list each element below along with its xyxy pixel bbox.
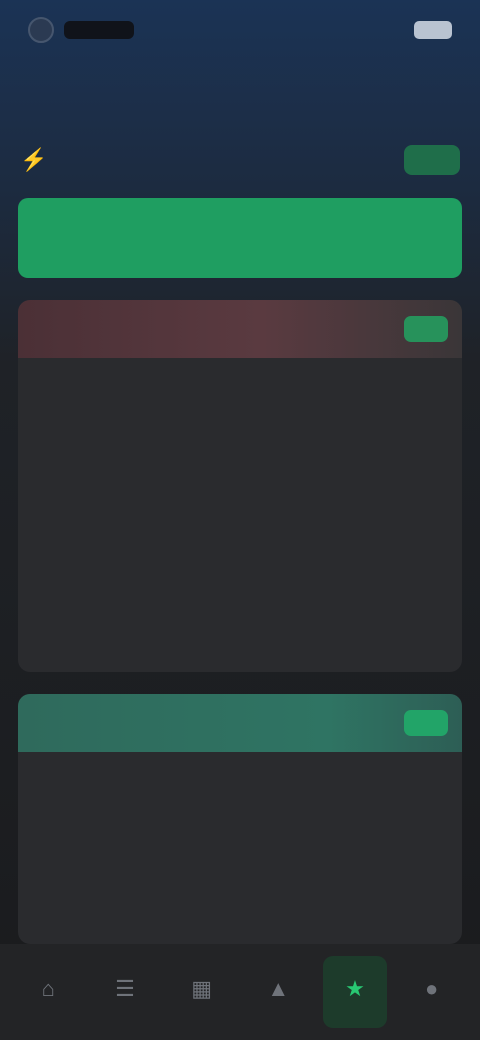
chart-icon: ▲ (267, 976, 290, 1001)
promo-badge[interactable] (404, 145, 460, 175)
promo-row[interactable]: ⚡ (20, 138, 460, 182)
list-item (18, 410, 462, 436)
list-icon: ☰ (115, 976, 135, 1001)
nav-item-star[interactable]: ★ (322, 956, 387, 1028)
bottom-nav: ⌂ ☰ ▦ ▲ ★ ● (0, 944, 480, 1040)
nav-item-list[interactable]: ☰ (93, 956, 157, 1028)
home-icon: ⌂ (41, 976, 55, 1001)
list-item (18, 778, 462, 804)
star-icon: ★ (345, 976, 365, 1001)
nav-item-grid[interactable]: ▦ (170, 956, 234, 1028)
lightning-icon: ⚡ (20, 147, 48, 172)
grid-icon: ▦ (191, 976, 213, 1001)
card-badge[interactable] (404, 710, 448, 736)
card-badge[interactable] (404, 316, 448, 342)
card-header[interactable] (18, 300, 462, 358)
status-indicators (404, 21, 452, 39)
brand-name (64, 21, 134, 39)
list-item (18, 358, 462, 384)
list-item (18, 752, 462, 778)
status-bar (0, 0, 480, 60)
nav-item-profile[interactable]: ● (400, 956, 464, 1028)
card-header[interactable] (18, 694, 462, 752)
info-card-2 (18, 694, 462, 944)
app-logo (28, 17, 134, 43)
nav-item-chart[interactable]: ▲ (246, 956, 310, 1028)
logo-icon (28, 17, 54, 43)
info-card-1 (18, 300, 462, 672)
page-title (40, 72, 440, 108)
nav-item-home[interactable]: ⌂ (16, 956, 80, 1028)
primary-action-button[interactable] (18, 198, 462, 278)
battery-icon (414, 21, 452, 39)
list-item (18, 384, 462, 410)
profile-icon: ● (424, 976, 439, 1001)
